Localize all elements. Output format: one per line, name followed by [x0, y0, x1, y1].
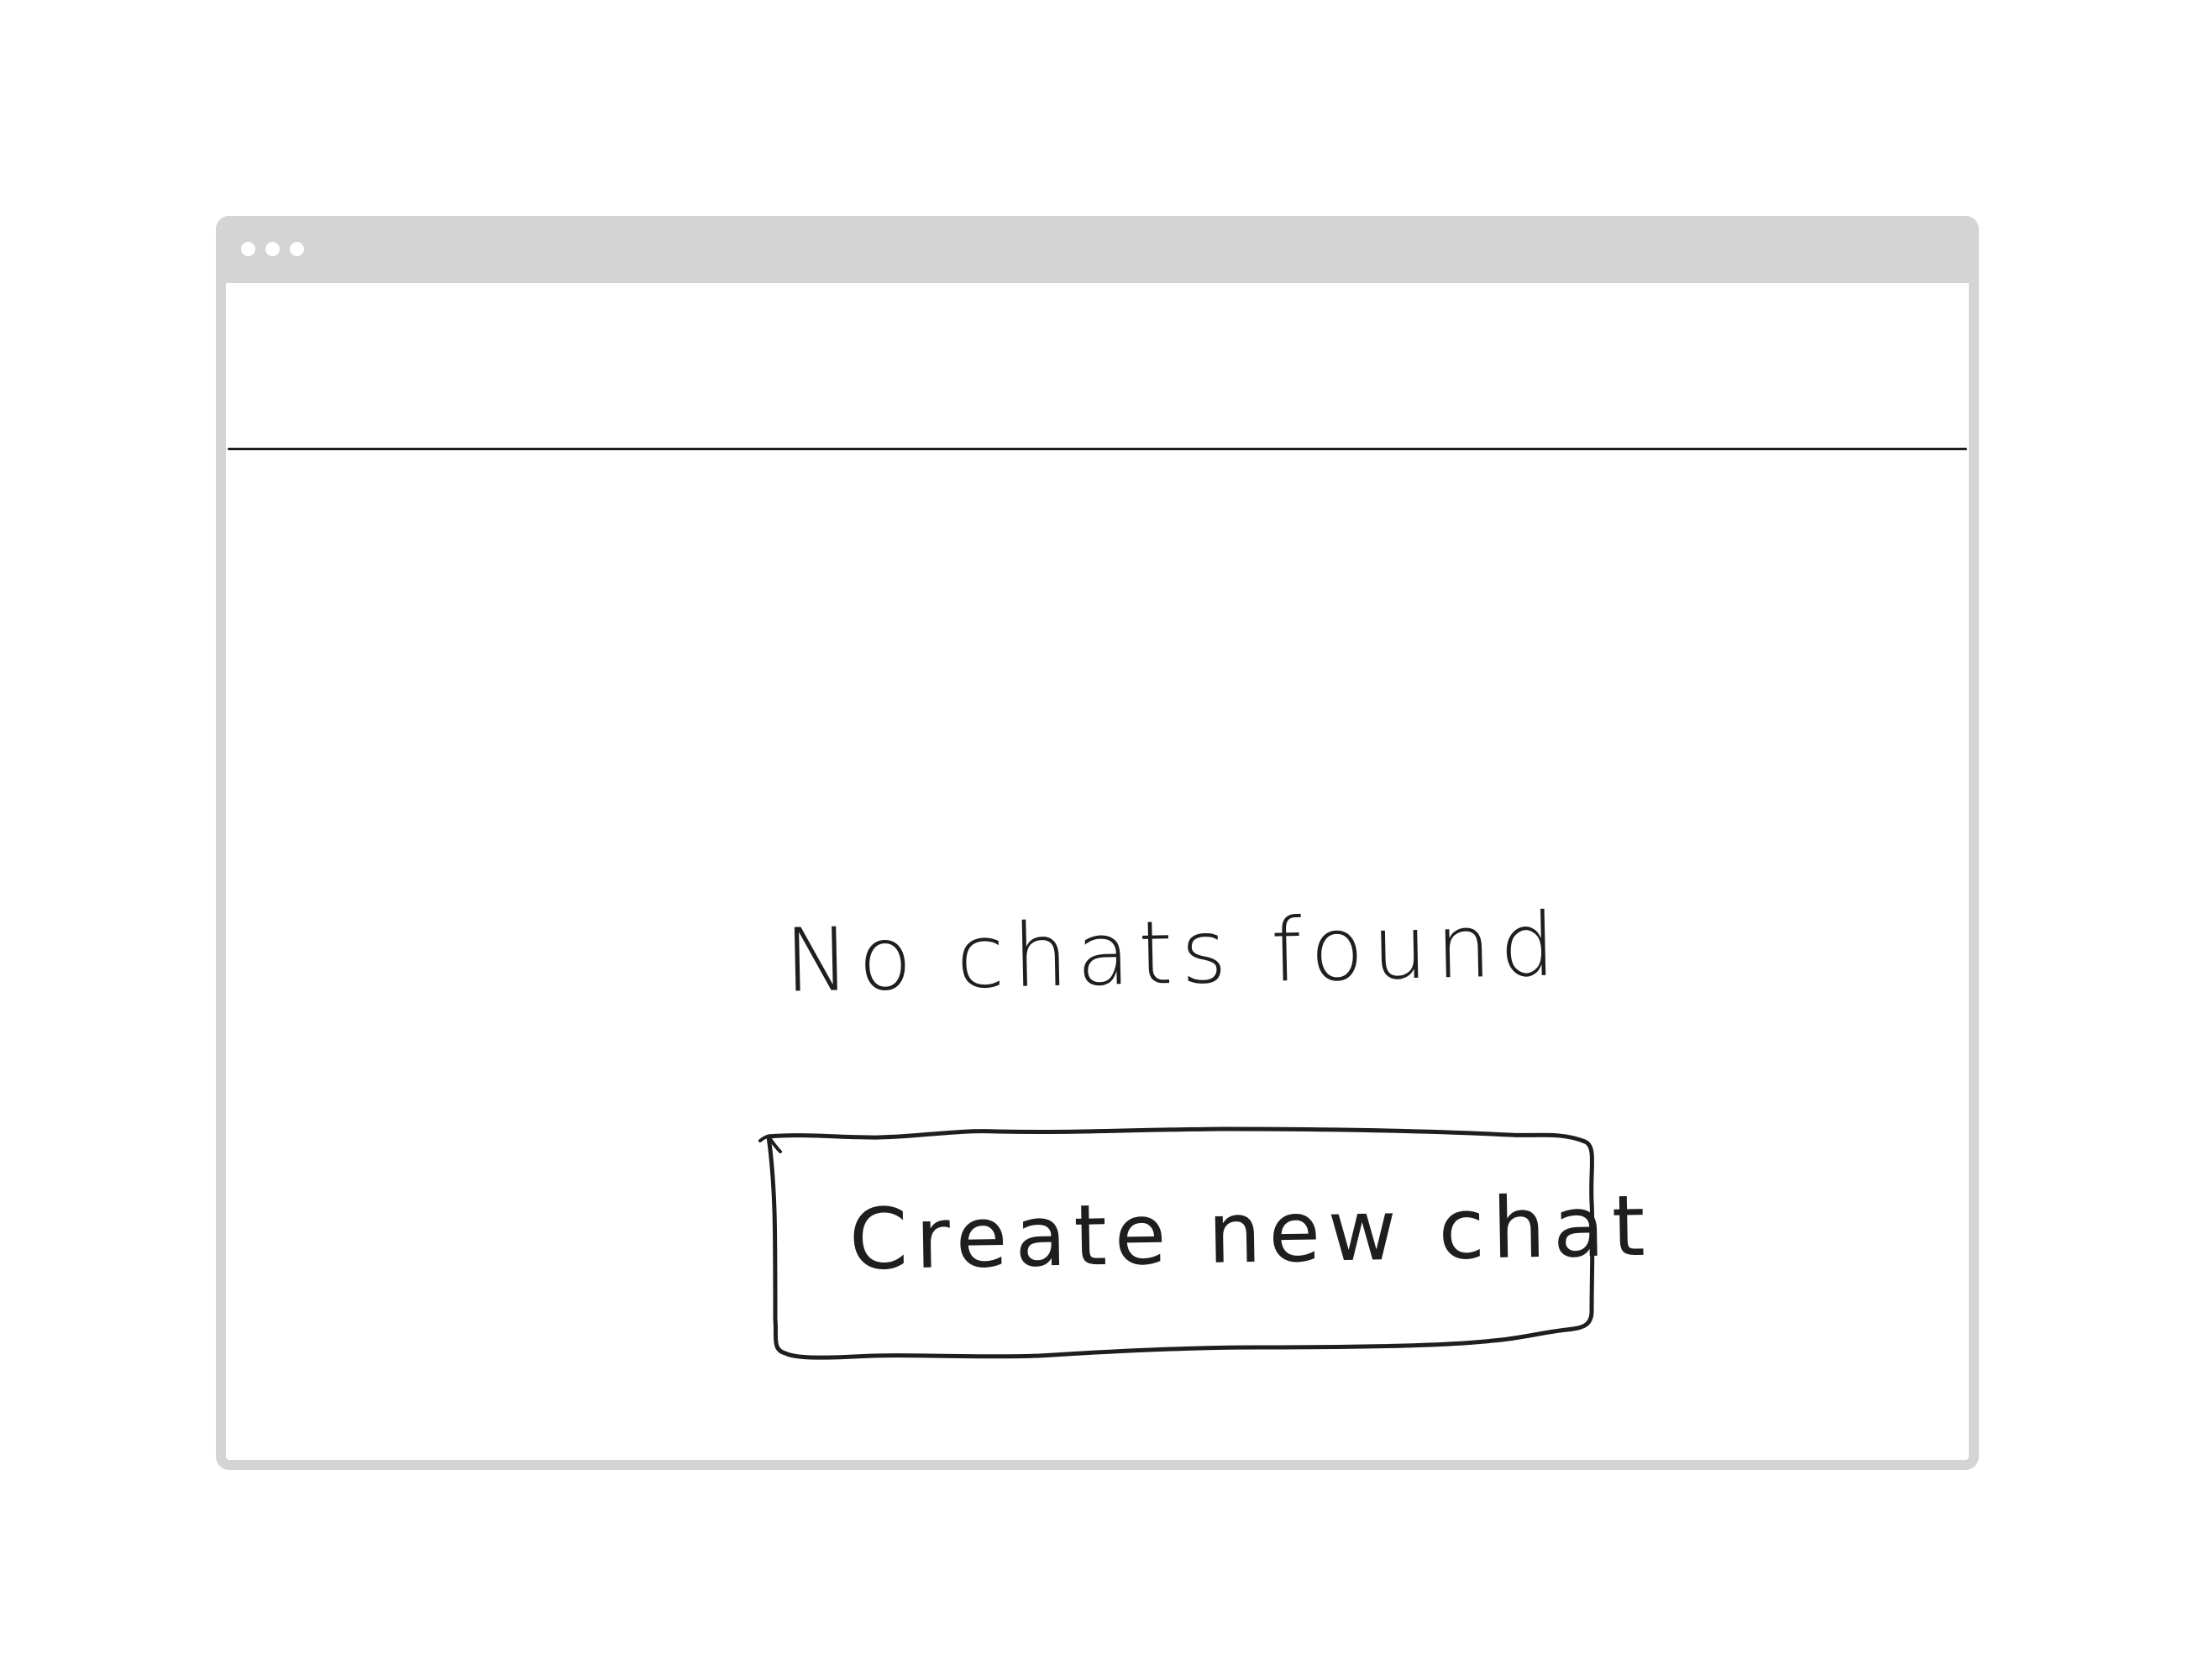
main-content: No chats found Create new chat	[226, 448, 1969, 1460]
window-controls	[241, 242, 304, 256]
header-area	[226, 283, 1969, 448]
title-bar	[216, 216, 1979, 283]
window-control-dot-icon[interactable]	[241, 242, 255, 256]
header-divider	[228, 448, 1967, 450]
empty-state-message: No chats found	[783, 893, 1565, 1012]
window-control-dot-icon[interactable]	[290, 242, 304, 256]
window-control-dot-icon[interactable]	[265, 242, 280, 256]
create-new-chat-button[interactable]: Create new chat	[753, 1118, 1653, 1360]
create-new-chat-label: Create new chat	[848, 1176, 1654, 1289]
browser-window: No chats found Create new chat	[216, 216, 1979, 1470]
